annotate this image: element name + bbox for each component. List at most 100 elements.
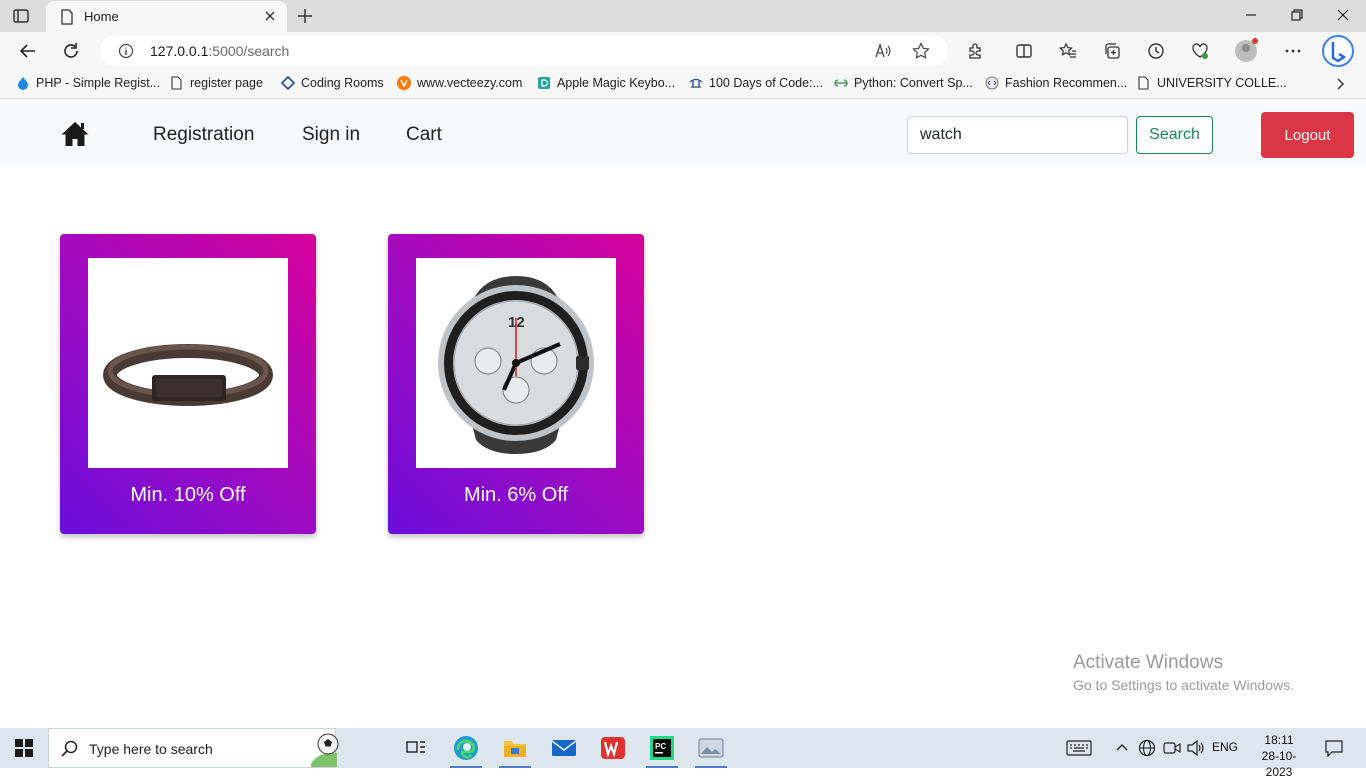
pycharm-app[interactable]: PC (638, 728, 686, 768)
refresh-icon[interactable] (62, 42, 80, 60)
profile-avatar[interactable] (1235, 38, 1258, 62)
photos-app[interactable] (687, 728, 735, 768)
bookmark-label: register page (190, 76, 263, 90)
url-host: 127.0.0.1 (150, 43, 209, 59)
vecteezy-icon (397, 76, 411, 90)
address-bar[interactable]: 127.0.0.1:5000/search (100, 35, 948, 66)
bookmark-label: Python: Convert Sp... (854, 76, 973, 90)
wps-icon (601, 737, 625, 759)
task-view-icon (406, 741, 425, 753)
bookmark-item[interactable]: PHP - Simple Regist... (16, 76, 160, 90)
url-text[interactable]: 127.0.0.1:5000/search (150, 43, 289, 59)
edge-icon (454, 736, 478, 760)
nav-link-cart[interactable]: Cart (406, 124, 442, 146)
product-card[interactable]: Min. 10% Off (60, 234, 316, 534)
extensions-icon[interactable] (966, 42, 984, 60)
browser-tab-strip: Home (0, 0, 1366, 32)
restore-icon[interactable] (1290, 8, 1304, 22)
browser-tab-home[interactable]: Home (46, 1, 287, 32)
url-path: :5000/search (208, 43, 290, 59)
search-input[interactable] (907, 116, 1128, 154)
read-aloud-icon[interactable] (874, 43, 892, 59)
folder-icon (504, 741, 526, 757)
chevron-right-icon[interactable] (1335, 77, 1347, 91)
discount-label: Min. 10% Off (130, 484, 246, 506)
search-icon (61, 740, 78, 757)
nav-link-sign-in[interactable]: Sign in (302, 124, 360, 146)
pycharm-icon: PC (650, 736, 674, 760)
watermark-title: Activate Windows (1073, 652, 1223, 673)
bookmark-item[interactable]: 100 Days of Code:... (689, 76, 823, 90)
chevron-up-icon[interactable] (1115, 742, 1129, 752)
mail-app[interactable] (540, 728, 588, 768)
svg-text:PC: PC (655, 742, 666, 751)
drupal-icon (18, 77, 28, 90)
product-image-bracelet[interactable] (88, 258, 288, 468)
coding-rooms-icon (281, 76, 295, 90)
leather-bracelet-image (103, 344, 273, 406)
file-explorer-app[interactable] (491, 728, 539, 768)
bing-copilot-icon[interactable] (1322, 35, 1354, 67)
meet-now-icon[interactable] (1163, 740, 1181, 756)
bookmarks-bar: PHP - Simple Regist... register page Cod… (0, 70, 1366, 99)
bookmark-item[interactable]: Apple Magic Keybo... (537, 76, 675, 90)
tab-close-icon[interactable] (263, 9, 277, 23)
bookmark-item[interactable]: UNIVERSITY COLLE... (1137, 76, 1287, 90)
wps-office-app[interactable] (589, 728, 637, 768)
favorite-star-icon[interactable] (912, 42, 930, 60)
product-image-watch[interactable]: 12 (416, 258, 616, 468)
favorites-icon[interactable] (1059, 42, 1077, 60)
clock-time: 18:11 (1264, 733, 1294, 747)
tab-title: Home (84, 9, 119, 24)
search-button[interactable]: Search (1136, 116, 1213, 154)
code-globe-icon (985, 76, 999, 90)
collections-icon[interactable] (1103, 42, 1121, 60)
tata-icon (689, 78, 703, 88)
nav-link-registration[interactable]: Registration (153, 124, 254, 146)
task-view-app[interactable] (392, 728, 440, 768)
bookmark-item[interactable]: register page (170, 76, 263, 90)
system-clock[interactable]: 18:11 28-10-2023 (1256, 732, 1302, 780)
close-window-icon[interactable] (1336, 8, 1350, 22)
geeksforgeeks-icon (834, 79, 848, 87)
bookmark-label: Fashion Recommen... (1005, 76, 1128, 90)
network-globe-icon[interactable] (1138, 739, 1156, 757)
bookmark-item[interactable]: www.vecteezy.com (397, 76, 522, 90)
mail-icon (551, 740, 577, 756)
notification-dot (1252, 38, 1258, 44)
split-screen-icon[interactable] (1015, 42, 1033, 60)
bookmark-item[interactable]: Fashion Recommen... (985, 76, 1127, 90)
performance-icon[interactable] (1191, 42, 1209, 60)
browser-toolbar: 127.0.0.1:5000/search (0, 32, 1366, 70)
bookmark-label: Apple Magic Keybo... (557, 76, 676, 90)
site-info-icon[interactable] (118, 43, 134, 59)
windows-start-icon[interactable] (15, 739, 33, 757)
keyboard-icon[interactable] (1066, 740, 1092, 756)
page-icon (171, 76, 182, 90)
photos-icon (698, 738, 724, 758)
avatar-head (1242, 44, 1250, 52)
site-navbar: Registration Sign in Cart Search Logout (0, 103, 1366, 166)
bookmark-label: Coding Rooms (301, 76, 384, 90)
volume-icon[interactable] (1186, 739, 1206, 757)
language-indicator[interactable]: ENG (1212, 740, 1238, 754)
page-icon (61, 9, 73, 25)
minimize-icon[interactable] (1244, 8, 1258, 22)
page-icon (1138, 76, 1149, 90)
bookmark-item[interactable]: Python: Convert Sp... (834, 76, 973, 90)
history-icon[interactable] (1147, 42, 1165, 60)
more-options-icon[interactable] (1284, 42, 1302, 60)
clock-date: 28-10-2023 (1261, 749, 1297, 779)
bookmark-label: 100 Days of Code:... (709, 76, 823, 90)
home-icon[interactable] (60, 120, 90, 148)
taskbar-search-box[interactable]: Type here to search (48, 728, 339, 768)
edge-browser-app[interactable] (442, 728, 490, 768)
bookmark-item[interactable]: Coding Rooms (281, 76, 384, 90)
product-card[interactable]: 12 Min. 6% Off (388, 234, 644, 534)
back-icon[interactable] (19, 42, 37, 60)
tab-actions-icon[interactable] (12, 7, 30, 25)
apple-keyboard-icon (538, 77, 550, 89)
new-tab-icon[interactable] (296, 7, 314, 25)
notifications-icon[interactable] (1324, 739, 1344, 757)
logout-button[interactable]: Logout (1261, 112, 1354, 158)
